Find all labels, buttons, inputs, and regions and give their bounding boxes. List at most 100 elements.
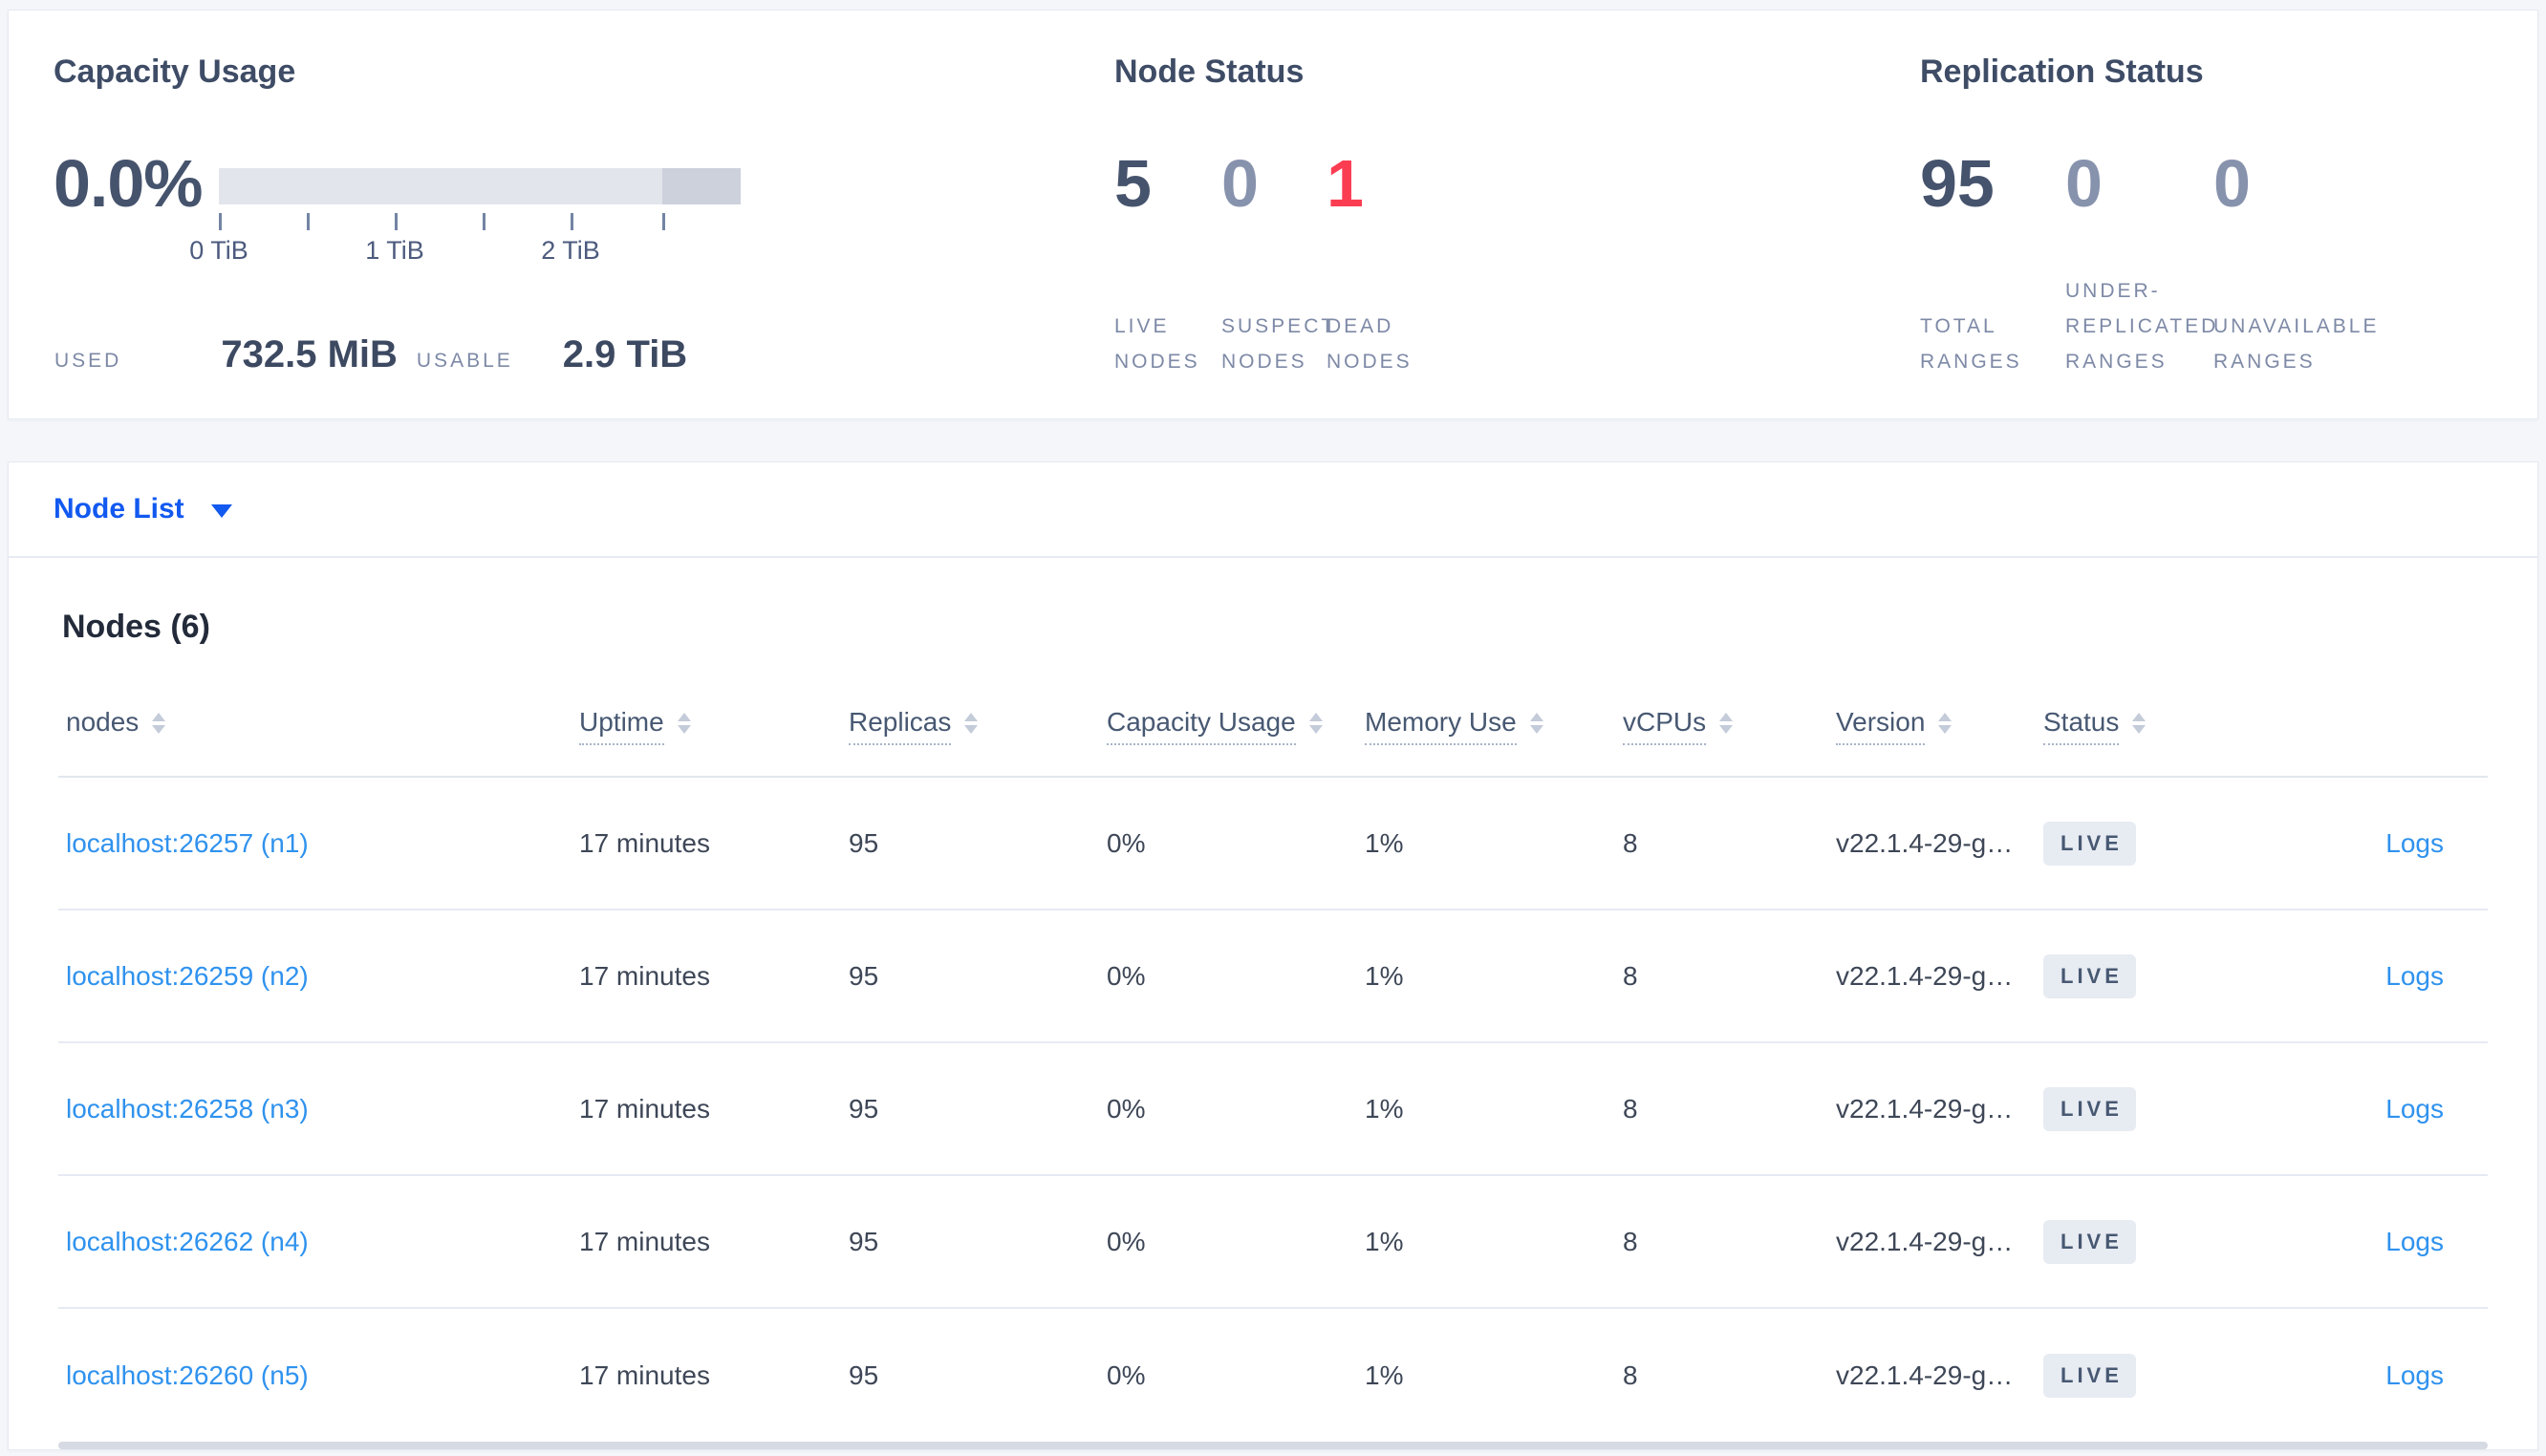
sort-icon[interactable] — [1719, 713, 1734, 734]
status-badge: LIVE — [2043, 1086, 2136, 1131]
logs-cell: Logs — [2246, 961, 2488, 992]
used-label: USED — [54, 350, 122, 372]
live-nodes-stat: 5 LIVE NODES — [1114, 144, 1221, 379]
capacity-usage-cell: 0% — [1107, 1360, 1146, 1390]
version-cell: v22.1.4-29-g… — [1836, 1093, 2014, 1124]
node-address-link[interactable]: localhost:26258 (n3) — [66, 1094, 309, 1124]
axis-label-0: 0 TiB — [189, 236, 248, 265]
logs-link[interactable]: Logs — [2385, 1094, 2444, 1124]
table-row: localhost:26259 (n2) 17 minutes 95 0% 1%… — [58, 910, 2488, 1043]
live-nodes-label: LIVE NODES — [1114, 315, 1200, 373]
node-address-cell: localhost:26260 (n5) — [58, 1360, 579, 1391]
node-status-stats: 5 LIVE NODES 0 SUSPECT NODES 1 DEAD NODE… — [1114, 144, 1879, 379]
axis-tick — [483, 213, 485, 230]
replicas-cell: 95 — [849, 1093, 879, 1124]
replication-stats: 95 TOTAL RANGES 0 UNDER- REPLICATED RANG… — [1920, 144, 2513, 379]
logs-link[interactable]: Logs — [2385, 1227, 2444, 1257]
node-list-panel: Node List Nodes (6) nodes Uptime Replica… — [8, 461, 2538, 1450]
usable-value: 2.9 TiB — [562, 333, 688, 375]
replication-status-title: Replication Status — [1920, 54, 2204, 90]
table-row: localhost:26262 (n4) 17 minutes 95 0% 1%… — [58, 1176, 2488, 1309]
vcpus-cell: 8 — [1623, 1093, 1638, 1124]
logs-cell: Logs — [2246, 1227, 2488, 1257]
node-address-cell: localhost:26262 (n4) — [58, 1227, 579, 1257]
dead-nodes-count: 1 — [1327, 146, 1364, 221]
vcpus-cell: 8 — [1623, 960, 1638, 991]
node-address-cell: localhost:26259 (n2) — [58, 961, 579, 992]
node-list-dropdown-label: Node List — [54, 493, 184, 525]
vcpus-cell: 8 — [1623, 1226, 1638, 1256]
table-rows: localhost:26257 (n1) 17 minutes 95 0% 1%… — [58, 778, 2488, 1442]
axis-label-1: 1 TiB — [365, 236, 424, 265]
axis-tick — [219, 213, 222, 230]
table-row: localhost:26257 (n1) 17 minutes 95 0% 1%… — [58, 778, 2488, 910]
node-address-link[interactable]: localhost:26260 (n5) — [66, 1360, 309, 1390]
uptime-cell: 17 minutes — [579, 960, 710, 991]
column-header-replicas[interactable]: Replicas — [849, 707, 1107, 745]
total-ranges-stat: 95 TOTAL RANGES — [1920, 144, 2065, 379]
node-status-title: Node Status — [1114, 54, 1305, 90]
capacity-usage-cell: 0% — [1107, 960, 1146, 991]
node-address-link[interactable]: localhost:26259 (n2) — [66, 961, 309, 991]
column-header-memory-use[interactable]: Memory Use — [1365, 707, 1623, 745]
axis-tick — [307, 213, 310, 230]
axis-tick — [395, 213, 398, 230]
column-header-version[interactable]: Version — [1836, 707, 2043, 745]
total-ranges-label: TOTAL RANGES — [1920, 315, 2022, 373]
unavailable-ranges-count: 0 — [2213, 146, 2251, 221]
capacity-bar — [219, 168, 741, 204]
uptime-cell: 17 minutes — [579, 1360, 710, 1390]
suspect-nodes-count: 0 — [1221, 146, 1259, 221]
logs-link[interactable]: Logs — [2385, 1360, 2444, 1391]
horizontal-scrollbar[interactable] — [58, 1442, 2488, 1449]
caret-down-icon — [210, 504, 232, 518]
version-cell: v22.1.4-29-g… — [1836, 1360, 2014, 1390]
node-address-link[interactable]: localhost:26257 (n1) — [66, 828, 309, 858]
replicas-cell: 95 — [849, 960, 879, 991]
sort-icon[interactable] — [152, 713, 166, 734]
suspect-nodes-stat: 0 SUSPECT NODES — [1221, 144, 1337, 379]
column-header-nodes[interactable]: nodes — [58, 707, 579, 745]
capacity-usage-title: Capacity Usage — [54, 54, 296, 90]
capacity-bar-other-segment — [662, 168, 741, 204]
table-row: localhost:26260 (n5) 17 minutes 95 0% 1%… — [58, 1309, 2488, 1442]
node-list-dropdown[interactable]: Node List — [54, 493, 232, 525]
status-cell: LIVE — [2043, 953, 2246, 998]
total-ranges-count: 95 — [1920, 146, 1995, 221]
logs-cell: Logs — [2246, 1360, 2488, 1391]
sort-icon[interactable] — [964, 713, 979, 734]
sort-icon[interactable] — [677, 713, 691, 734]
capacity-used-row: USED 732.5 MiB USABLE 2.9 TiB — [54, 333, 687, 376]
logs-cell: Logs — [2246, 828, 2488, 859]
memory-use-cell: 1% — [1365, 1226, 1404, 1256]
used-value: 732.5 MiB — [221, 333, 398, 375]
logs-link[interactable]: Logs — [2385, 828, 2444, 859]
unavailable-ranges-stat: 0 UNAVAILABLE RANGES — [2213, 144, 2424, 379]
column-header-capacity-usage[interactable]: Capacity Usage — [1107, 707, 1365, 745]
axis-tick — [662, 213, 665, 230]
view-selector-row: Node List — [9, 462, 2537, 558]
sort-icon[interactable] — [2132, 713, 2147, 734]
status-badge: LIVE — [2043, 1219, 2136, 1264]
cluster-summary-panel: Capacity Usage 0.0% 0 TiB 1 TiB 2 TiB US… — [8, 10, 2538, 419]
column-header-vcpus[interactable]: vCPUs — [1623, 707, 1836, 745]
under-replicated-label: UNDER- REPLICATED RANGES — [2065, 280, 2219, 373]
column-header-uptime[interactable]: Uptime — [579, 707, 849, 745]
logs-link[interactable]: Logs — [2385, 961, 2444, 992]
sort-icon[interactable] — [1938, 713, 1953, 734]
node-address-cell: localhost:26257 (n1) — [58, 828, 579, 859]
sort-icon[interactable] — [1308, 713, 1323, 734]
suspect-nodes-label: SUSPECT NODES — [1221, 315, 1337, 373]
table-row: localhost:26258 (n3) 17 minutes 95 0% 1%… — [58, 1043, 2488, 1176]
axis-tick — [571, 213, 573, 230]
node-address-link[interactable]: localhost:26262 (n4) — [66, 1227, 309, 1256]
replicas-cell: 95 — [849, 827, 879, 858]
sort-icon[interactable] — [1529, 713, 1543, 734]
live-nodes-count: 5 — [1114, 146, 1152, 221]
replicas-cell: 95 — [849, 1226, 879, 1256]
usable-label: USABLE — [416, 350, 513, 372]
table-header-row: nodes Uptime Replicas Capacity Usage Mem… — [58, 707, 2488, 778]
uptime-cell: 17 minutes — [579, 1093, 710, 1124]
column-header-status[interactable]: Status — [2043, 707, 2246, 745]
capacity-usage-cell: 0% — [1107, 827, 1146, 858]
